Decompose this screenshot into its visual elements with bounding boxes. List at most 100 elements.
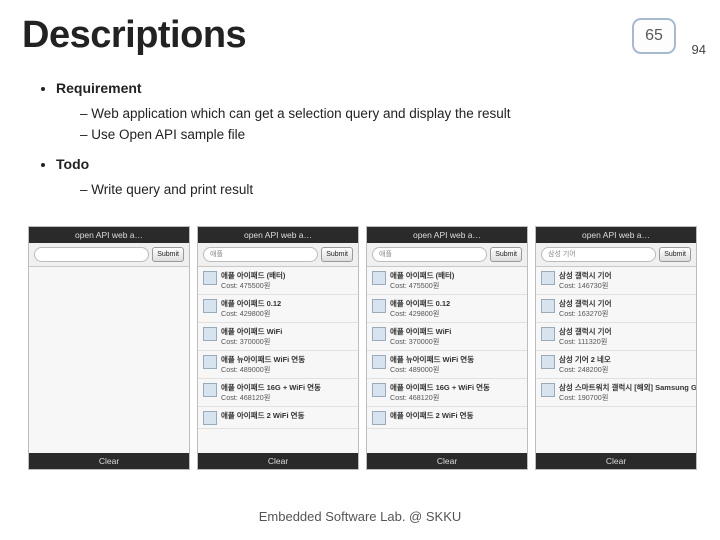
list-item[interactable]: 애플 아이패드 0.12Cost: 429800원 xyxy=(198,295,358,323)
item-title: 애플 뉴아이패드 WiFi 연동 xyxy=(221,354,353,365)
list-item[interactable]: 애플 아이패드 2 WiFi 연동 xyxy=(198,407,358,429)
list-item-text: 애플 아이패드 WiFiCost: 370000원 xyxy=(390,326,522,347)
item-title: 애플 아이패드 WiFi xyxy=(221,326,353,337)
search-input[interactable] xyxy=(34,247,149,262)
product-icon xyxy=(203,327,217,341)
list-item[interactable]: 애플 아이패드 0.12Cost: 429800원 xyxy=(367,295,527,323)
clear-button[interactable]: Clear xyxy=(367,453,527,469)
item-cost: Cost: 163270원 xyxy=(559,309,691,319)
bullet-heading: Todo xyxy=(56,156,89,172)
footer: Embedded Software Lab. @ SKKU xyxy=(0,509,720,524)
search-row: 애플Submit xyxy=(367,243,527,267)
item-title: 애플 아이패드 16G + WiFi 연동 xyxy=(221,382,353,393)
app-screenshot: open API web a…애플Submit애플 아이패드 (배터)Cost:… xyxy=(197,226,359,470)
item-title: 삼성 스마트워치 갤럭시 [해외] Samsung Galaxy Gear Sm… xyxy=(559,382,696,393)
clear-button[interactable]: Clear xyxy=(29,453,189,469)
item-title: 삼성 갤럭시 기어 xyxy=(559,270,691,281)
search-input[interactable]: 애플 xyxy=(203,247,318,262)
list-item[interactable]: 애플 아이패드 WiFiCost: 370000원 xyxy=(367,323,527,351)
list-item[interactable]: 애플 뉴아이패드 WiFi 연동Cost: 489000원 xyxy=(367,351,527,379)
item-cost: Cost: 429800원 xyxy=(390,309,522,319)
bullet-list: Requirement Web application which can ge… xyxy=(42,78,690,201)
list-item[interactable]: 애플 아이패드 16G + WiFi 연동Cost: 468120원 xyxy=(198,379,358,407)
title-bar: open API web a… xyxy=(29,227,189,243)
item-cost: Cost: 248200원 xyxy=(559,365,691,375)
list-item-text: 애플 아이패드 0.12Cost: 429800원 xyxy=(221,298,353,319)
list-item-text: 삼성 기어 2 네오Cost: 248200원 xyxy=(559,354,691,375)
title-bar: open API web a… xyxy=(367,227,527,243)
list-item-text: 애플 아이패드 WiFiCost: 370000원 xyxy=(221,326,353,347)
search-input[interactable]: 애플 xyxy=(372,247,487,262)
item-title: 애플 아이패드 2 WiFi 연동 xyxy=(221,410,353,421)
clear-button[interactable]: Clear xyxy=(536,453,696,469)
submit-button[interactable]: Submit xyxy=(152,247,184,262)
item-cost: Cost: 489000원 xyxy=(221,365,353,375)
list-item[interactable]: 애플 아이패드 16G + WiFi 연동Cost: 468120원 xyxy=(367,379,527,407)
bullet-requirement: Requirement Web application which can ge… xyxy=(56,78,690,146)
app-screenshot: open API web a…애플Submit애플 아이패드 (배터)Cost:… xyxy=(366,226,528,470)
result-list: 삼성 갤럭시 기어Cost: 146730원삼성 갤럭시 기어Cost: 163… xyxy=(536,267,696,453)
item-title: 애플 아이패드 2 WiFi 연동 xyxy=(390,410,522,421)
item-title: 애플 뉴아이패드 WiFi 연동 xyxy=(390,354,522,365)
slide: Descriptions 65 94 Requirement Web appli… xyxy=(0,0,720,540)
item-cost: Cost: 475500원 xyxy=(221,281,353,291)
product-icon xyxy=(372,355,386,369)
thumbnail-row: open API web a…SubmitClearopen API web a… xyxy=(28,226,697,470)
list-item-text: 애플 아이패드 16G + WiFi 연동Cost: 468120원 xyxy=(390,382,522,403)
bullet-todo: Todo Write query and print result xyxy=(56,154,690,201)
item-cost: Cost: 111320원 xyxy=(559,337,691,347)
list-item-text: 삼성 갤럭시 기어Cost: 111320원 xyxy=(559,326,691,347)
bullet-item: Use Open API sample file xyxy=(80,125,690,146)
search-row: 삼성 기어Submit xyxy=(536,243,696,267)
result-list: 애플 아이패드 (배터)Cost: 475500원애플 아이패드 0.12Cos… xyxy=(367,267,527,453)
item-cost: Cost: 370000원 xyxy=(221,337,353,347)
list-item-text: 애플 아이패드 2 WiFi 연동 xyxy=(221,410,353,421)
list-item-text: 애플 아이패드 2 WiFi 연동 xyxy=(390,410,522,421)
item-title: 애플 아이패드 WiFi xyxy=(390,326,522,337)
item-cost: Cost: 370000원 xyxy=(390,337,522,347)
product-icon xyxy=(372,299,386,313)
search-input[interactable]: 삼성 기어 xyxy=(541,247,656,262)
list-item-text: 애플 뉴아이패드 WiFi 연동Cost: 489000원 xyxy=(221,354,353,375)
item-title: 삼성 갤럭시 기어 xyxy=(559,298,691,309)
list-item[interactable]: 삼성 갤럭시 기어Cost: 146730원 xyxy=(536,267,696,295)
product-icon xyxy=(372,383,386,397)
list-item[interactable]: 삼성 기어 2 네오Cost: 248200원 xyxy=(536,351,696,379)
list-item[interactable]: 애플 아이패드 WiFiCost: 370000원 xyxy=(198,323,358,351)
list-item[interactable]: 삼성 스마트워치 갤럭시 [해외] Samsung Galaxy Gear Sm… xyxy=(536,379,696,407)
item-cost: Cost: 468120원 xyxy=(221,393,353,403)
list-item-text: 애플 뉴아이패드 WiFi 연동Cost: 489000원 xyxy=(390,354,522,375)
product-icon xyxy=(541,327,555,341)
submit-button[interactable]: Submit xyxy=(321,247,353,262)
item-cost: Cost: 489000원 xyxy=(390,365,522,375)
bullet-sub-todo: Write query and print result xyxy=(56,180,690,201)
page-number-small: 94 xyxy=(692,42,706,57)
item-title: 삼성 갤럭시 기어 xyxy=(559,326,691,337)
title-bar: open API web a… xyxy=(536,227,696,243)
list-item[interactable]: 애플 아이패드 2 WiFi 연동 xyxy=(367,407,527,429)
product-icon xyxy=(203,411,217,425)
list-item-text: 애플 아이패드 0.12Cost: 429800원 xyxy=(390,298,522,319)
list-item-text: 삼성 갤럭시 기어Cost: 146730원 xyxy=(559,270,691,291)
bullet-item: Web application which can get a selectio… xyxy=(80,104,690,125)
product-icon xyxy=(203,355,217,369)
bullet-heading: Requirement xyxy=(56,80,142,96)
product-icon xyxy=(541,355,555,369)
result-list: 애플 아이패드 (배터)Cost: 475500원애플 아이패드 0.12Cos… xyxy=(198,267,358,453)
list-item[interactable]: 삼성 갤럭시 기어Cost: 111320원 xyxy=(536,323,696,351)
list-item[interactable]: 삼성 갤럭시 기어Cost: 163270원 xyxy=(536,295,696,323)
product-icon xyxy=(541,299,555,313)
list-item[interactable]: 애플 아이패드 (배터)Cost: 475500원 xyxy=(198,267,358,295)
product-icon xyxy=(372,327,386,341)
clear-button[interactable]: Clear xyxy=(198,453,358,469)
slide-title: Descriptions xyxy=(22,14,246,57)
content-area: Requirement Web application which can ge… xyxy=(42,78,690,209)
submit-button[interactable]: Submit xyxy=(490,247,522,262)
list-item[interactable]: 애플 뉴아이패드 WiFi 연동Cost: 489000원 xyxy=(198,351,358,379)
item-cost: Cost: 146730원 xyxy=(559,281,691,291)
product-icon xyxy=(541,383,555,397)
item-title: 애플 아이패드 0.12 xyxy=(390,298,522,309)
item-title: 애플 아이패드 (배터) xyxy=(390,270,522,281)
list-item[interactable]: 애플 아이패드 (배터)Cost: 475500원 xyxy=(367,267,527,295)
submit-button[interactable]: Submit xyxy=(659,247,691,262)
